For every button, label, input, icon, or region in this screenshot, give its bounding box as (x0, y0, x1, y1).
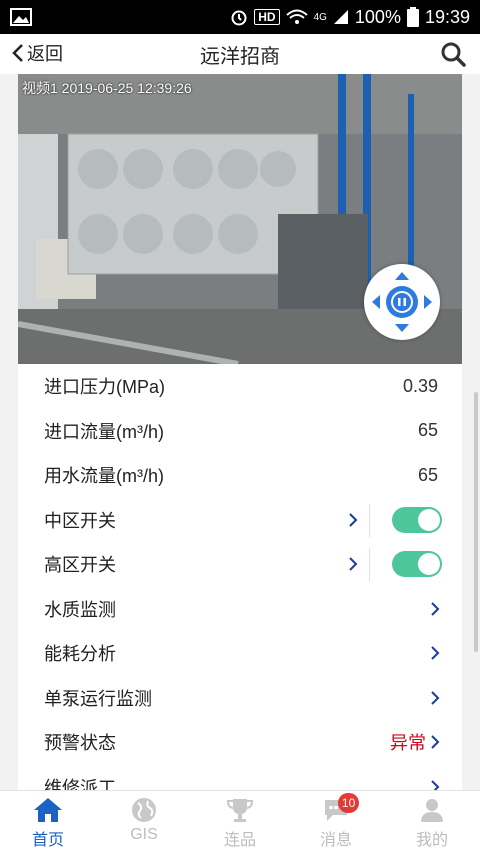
unread-badge: 10 (337, 793, 360, 813)
gallery-icon (10, 8, 32, 26)
video-caption: 视频1 2019-06-25 12:39:26 (22, 80, 192, 96)
row-value: 65 (417, 464, 438, 485)
mid-zone-toggle[interactable] (392, 506, 442, 533)
row-inlet-flow: 进口流量(m³/h) 65 (18, 409, 462, 454)
search-icon (441, 42, 466, 67)
info-list: 进口压力(MPa) 0.39 进口流量(m³/h) 65 用水流量(m³/h) … (18, 364, 462, 790)
tab-home[interactable]: 首页 (0, 791, 96, 853)
tab-messages[interactable]: 10 消息 (288, 791, 384, 853)
row-label: 预警状态 (44, 733, 116, 754)
row-water-quality[interactable]: 水质监测 (18, 587, 462, 632)
trophy-icon (226, 799, 254, 822)
user-icon (421, 799, 443, 822)
battery-percent: 100% (354, 6, 401, 27)
row-energy-analysis[interactable]: 能耗分析 (18, 631, 462, 676)
signal-icon (333, 10, 348, 24)
back-label: 返回 (27, 44, 63, 64)
row-label: 水质监测 (44, 599, 116, 620)
row-pump-monitor[interactable]: 单泵运行监测 (18, 676, 462, 721)
chevron-right-icon (431, 735, 440, 749)
toggle-knob (418, 508, 440, 531)
home-icon (34, 798, 62, 822)
chevron-right-icon (431, 601, 440, 616)
high-zone-toggle[interactable] (392, 551, 442, 577)
tab-label: 连品 (223, 832, 256, 849)
ptz-control[interactable] (364, 264, 440, 340)
tab-label: GIS (130, 826, 158, 843)
row-inlet-pressure: 进口压力(MPa) 0.39 (18, 364, 462, 409)
tab-label: 消息 (319, 832, 352, 849)
chevron-right-icon[interactable] (348, 557, 358, 571)
video-player[interactable]: 视频1 2019-06-25 12:39:26 (18, 74, 462, 364)
divider (369, 548, 370, 582)
row-label: 单泵运行监测 (44, 688, 152, 709)
direction-pad-icon (372, 272, 432, 332)
globe-icon (132, 798, 156, 822)
battery-icon (406, 7, 419, 27)
page-title: 远洋招商 (200, 45, 280, 68)
chevron-left-icon (12, 44, 23, 62)
chevron-right-icon[interactable] (348, 512, 358, 527)
clock: 19:39 (424, 6, 470, 27)
back-button[interactable]: 返回 (12, 40, 63, 66)
tab-label: 我的 (415, 832, 448, 849)
row-label: 进口流量(m³/h) (44, 421, 164, 442)
row-mid-zone-switch[interactable]: 中区开关 (18, 498, 462, 543)
scrollbar[interactable] (474, 392, 478, 652)
alarm-icon (231, 10, 247, 26)
row-value: 65 (417, 420, 438, 441)
toggle-knob (418, 553, 440, 575)
tab-label: 首页 (31, 832, 64, 849)
row-label: 能耗分析 (44, 644, 116, 665)
wifi-icon (285, 9, 308, 24)
network-type: 4G (313, 11, 327, 23)
row-usage-flow: 用水流量(m³/h) 65 (18, 453, 462, 498)
tab-profile[interactable]: 我的 (384, 791, 480, 853)
hd-badge: HD (254, 9, 280, 25)
chevron-right-icon (431, 646, 440, 660)
row-warning-status[interactable]: 预警状态 异常 (18, 720, 462, 765)
row-label: 高区开关 (44, 555, 116, 576)
app-header: 返回 远洋招商 (0, 34, 480, 74)
row-label: 中区开关 (44, 510, 116, 531)
bottom-tab-bar: 首页 GIS 连品 10 消息 我的 (0, 790, 480, 853)
row-label: 维修派工 (44, 777, 116, 790)
search-button[interactable] (440, 41, 466, 72)
status-bar: HD 4G 100% 19:39 (0, 0, 480, 34)
chevron-right-icon (431, 779, 440, 790)
row-label: 用水流量(m³/h) (44, 466, 164, 487)
divider (369, 503, 370, 538)
chevron-right-icon (431, 690, 440, 705)
row-high-zone-switch[interactable]: 高区开关 (18, 542, 462, 587)
row-value: 0.39 (402, 375, 438, 396)
row-label: 进口压力(MPa) (44, 377, 165, 398)
tab-gis[interactable]: GIS (96, 791, 192, 853)
row-repair-dispatch[interactable]: 维修派工 (18, 765, 462, 790)
tab-products[interactable]: 连品 (192, 791, 288, 853)
warning-status-value: 异常 (390, 733, 426, 754)
